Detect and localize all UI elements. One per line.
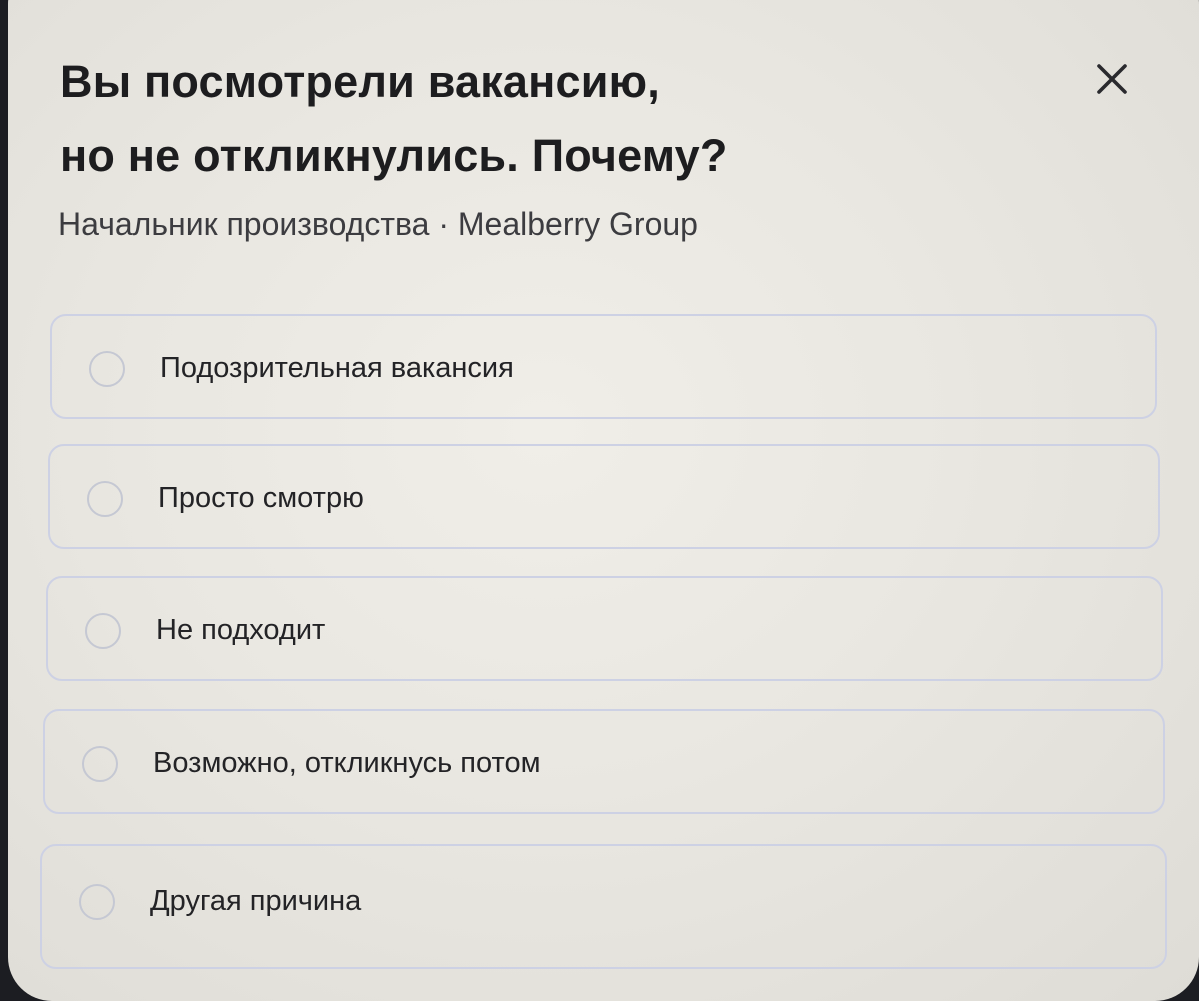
option-not-suitable[interactable]: Не подходит bbox=[46, 576, 1163, 681]
radio-button[interactable] bbox=[87, 481, 123, 517]
option-label: Другая причина bbox=[150, 885, 362, 917]
option-label: Возможно, откликнусь потом bbox=[153, 747, 541, 779]
radio-button[interactable] bbox=[82, 746, 118, 782]
radio-button[interactable] bbox=[79, 884, 115, 920]
option-suspicious-vacancy[interactable]: Подозрительная вакансия bbox=[50, 314, 1157, 419]
radio-button[interactable] bbox=[89, 351, 125, 387]
option-apply-later[interactable]: Возможно, откликнусь потом bbox=[43, 709, 1165, 814]
feedback-dialog: Вы посмотрели вакансию, но не откликнули… bbox=[8, 0, 1199, 1001]
option-label: Подозрительная вакансия bbox=[160, 352, 514, 384]
reason-options: Подозрительная вакансия Просто смотрю Не… bbox=[8, 0, 1199, 1001]
radio-button[interactable] bbox=[85, 613, 121, 649]
option-just-browsing[interactable]: Просто смотрю bbox=[48, 444, 1160, 549]
option-other-reason[interactable]: Другая причина bbox=[40, 844, 1167, 969]
option-label: Просто смотрю bbox=[158, 482, 364, 514]
option-label: Не подходит bbox=[156, 614, 326, 646]
